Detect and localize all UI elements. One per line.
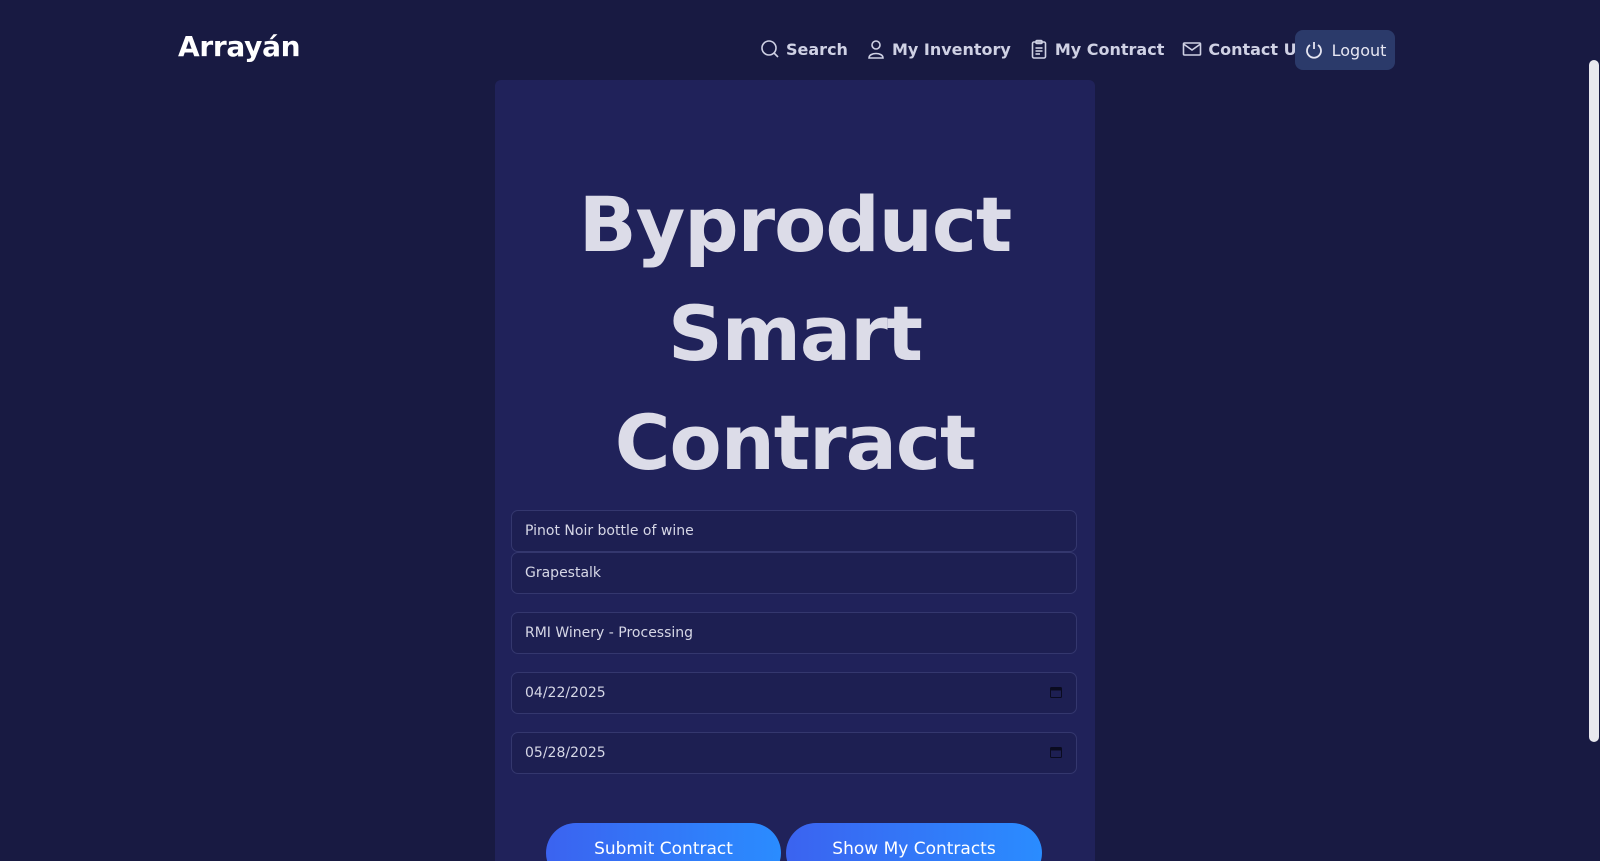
start-date-value: 04/22/2025 bbox=[525, 685, 606, 701]
calendar-icon[interactable] bbox=[1050, 686, 1062, 698]
byproduct-field[interactable]: Grapestalk bbox=[511, 552, 1077, 594]
calendar-icon[interactable] bbox=[1050, 746, 1062, 758]
title-line-1: Byproduct bbox=[578, 180, 1012, 269]
title-line-2: Smart bbox=[667, 289, 923, 378]
end-date-value: 05/28/2025 bbox=[525, 745, 606, 761]
nav-search-label: Search bbox=[786, 39, 848, 59]
start-date-field[interactable]: 04/22/2025 bbox=[511, 672, 1077, 714]
logout-button[interactable]: Logout bbox=[1295, 30, 1395, 70]
product-field-value: Pinot Noir bottle of wine bbox=[525, 523, 694, 539]
byproduct-field-value: Grapestalk bbox=[525, 565, 602, 581]
submit-contract-label: Submit Contract bbox=[594, 839, 733, 859]
main-nav: Search My Inventory My Contract Contact … bbox=[760, 34, 1324, 64]
nav-my-inventory-label: My Inventory bbox=[891, 39, 1011, 59]
mail-icon bbox=[1183, 42, 1202, 56]
submit-contract-button[interactable]: Submit Contract bbox=[546, 823, 781, 861]
product-field[interactable]: Pinot Noir bottle of wine bbox=[511, 510, 1077, 552]
nav-contact-us-label: Contact Us bbox=[1208, 39, 1307, 59]
nav-contact-us[interactable]: Contact Us bbox=[1182, 39, 1306, 59]
facility-field-value: RMI Winery - Processing bbox=[525, 625, 694, 641]
page: Arrayán Search My Inventory My Contract bbox=[0, 0, 1600, 861]
clipboard-icon bbox=[1031, 39, 1047, 59]
page-title: Byproduct Smart Contract bbox=[495, 170, 1095, 497]
nav-my-contract-label: My Contract bbox=[1054, 39, 1165, 59]
show-my-contracts-label: Show My Contracts bbox=[832, 839, 996, 859]
show-my-contracts-button[interactable]: Show My Contracts bbox=[786, 823, 1042, 861]
logout-label: Logout bbox=[1331, 40, 1387, 60]
nav-my-inventory[interactable]: My Inventory bbox=[866, 39, 1011, 59]
nav-my-contract[interactable]: My Contract bbox=[1029, 39, 1165, 59]
brand-logo[interactable]: Arrayán bbox=[178, 30, 301, 63]
power-icon bbox=[1305, 42, 1322, 59]
page-scrollbar[interactable] bbox=[1589, 60, 1599, 742]
search-icon bbox=[761, 40, 779, 58]
facility-field[interactable]: RMI Winery - Processing bbox=[511, 612, 1077, 654]
nav-search[interactable]: Search bbox=[760, 39, 848, 59]
user-icon bbox=[868, 40, 884, 59]
title-line-3: Contract bbox=[614, 398, 977, 487]
end-date-field[interactable]: 05/28/2025 bbox=[511, 732, 1077, 774]
